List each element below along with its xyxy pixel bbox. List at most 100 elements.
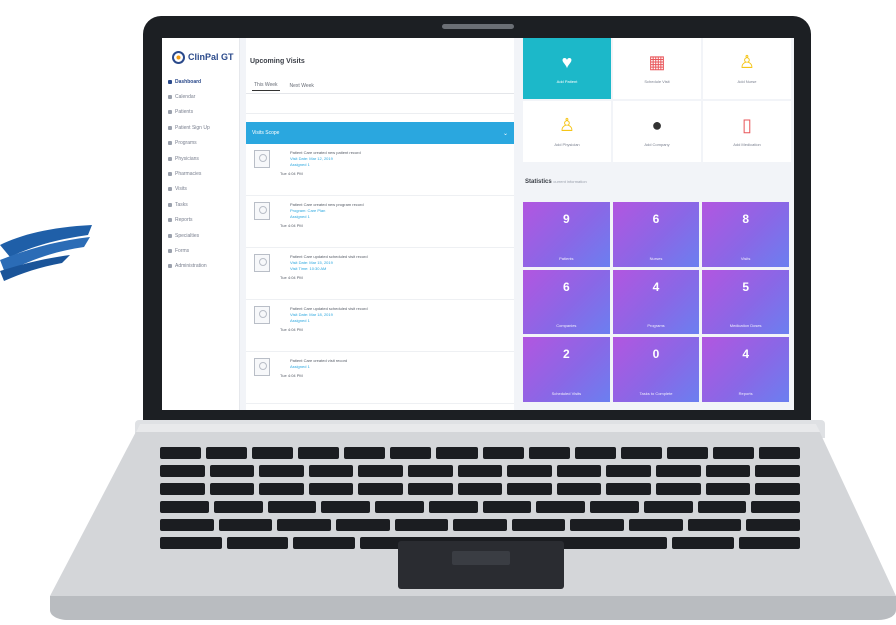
sidebar-item[interactable]: Physicians xyxy=(162,151,239,166)
key xyxy=(746,519,801,531)
key xyxy=(213,501,263,513)
stat-label: Medication Doses xyxy=(729,323,762,329)
tab-content-area xyxy=(246,94,514,114)
sidebar-nav: Dashboard Calendar Patients Patient Sign Up… xyxy=(162,68,239,274)
heart-icon: ♥ xyxy=(561,52,573,72)
key xyxy=(408,465,453,477)
visit-list: Patient Care created new patient record V… xyxy=(246,144,514,410)
touchpad xyxy=(398,541,564,589)
key xyxy=(656,483,701,495)
visit-text: Patient Care created new program record P… xyxy=(280,202,364,243)
tile-heart[interactable]: ♥ Add Patient xyxy=(523,38,611,99)
key xyxy=(267,501,317,513)
avatar-icon xyxy=(254,254,270,272)
tile-calendar[interactable]: ▦ Schedule Visit xyxy=(613,38,701,99)
sidebar-item[interactable]: Reports xyxy=(162,213,239,228)
visit-entry[interactable]: Patient Care updated scheduled visit rec… xyxy=(246,248,514,300)
sidebar-item-label: Specialties xyxy=(175,232,200,239)
key xyxy=(226,537,288,549)
stat-card[interactable]: 4 Programs xyxy=(612,269,700,335)
sidebar-item[interactable]: Calendar xyxy=(162,89,239,104)
sidebar-item[interactable]: Tasks xyxy=(162,197,239,212)
stat-value: 5 xyxy=(742,279,749,294)
visit-entry[interactable]: Patient Care created visit record Assigne… xyxy=(246,352,514,404)
avatar-icon xyxy=(254,358,270,376)
key xyxy=(556,483,602,495)
key xyxy=(293,537,355,549)
stat-card[interactable]: 4 Reports xyxy=(702,337,789,402)
visits-accordion-header[interactable]: Visits Scope ⌄ xyxy=(246,122,514,144)
key xyxy=(308,483,354,495)
stat-card[interactable]: 6 Nurses xyxy=(612,202,700,267)
sidebar-item-label: Pharmacies xyxy=(175,171,202,178)
stat-card[interactable]: 0 Tasks to Complete xyxy=(612,337,700,402)
key xyxy=(358,483,404,495)
key xyxy=(755,483,800,495)
key xyxy=(394,519,449,531)
tile-label: Schedule Visit xyxy=(644,79,670,84)
key xyxy=(511,519,566,531)
sidebar-item[interactable]: Specialties xyxy=(162,228,239,243)
tile-physician[interactable]: ♙ Add Physician xyxy=(523,101,611,162)
visit-entry[interactable]: Patient Care updated scheduled visit rec… xyxy=(246,300,514,352)
visit-entry[interactable]: Patient Care created new program record P… xyxy=(246,196,514,248)
tile-label: Add Patient xyxy=(556,79,578,84)
sidebar-item[interactable]: Programs xyxy=(162,136,239,151)
key xyxy=(672,537,734,549)
key xyxy=(160,519,214,531)
visit-entry[interactable]: Patient Care updated scheduled visit rec… xyxy=(246,404,514,410)
key xyxy=(453,519,507,531)
calendar-icon: ▦ xyxy=(648,52,666,72)
key xyxy=(209,483,255,495)
key xyxy=(507,483,552,495)
sidebar-item[interactable]: Visits xyxy=(162,182,239,197)
key xyxy=(666,447,708,459)
key xyxy=(759,447,801,459)
nav-item-icon xyxy=(168,125,172,130)
key xyxy=(408,483,453,495)
stat-card[interactable]: 9 Patients xyxy=(523,202,610,267)
sidebar-item[interactable]: Patients xyxy=(162,105,239,120)
tile-building[interactable]: ● Add Company xyxy=(613,101,701,162)
tile-clipboard[interactable]: ▯ Add Medication xyxy=(703,101,791,162)
visit-entry[interactable]: Patient Care created new patient record V… xyxy=(246,144,514,196)
visit-line3: Visit Time: 10:30 AM xyxy=(290,266,327,271)
visit-text: Patient Care updated scheduled visit rec… xyxy=(280,306,368,347)
logo[interactable]: ClinPal GT xyxy=(162,38,239,68)
sidebar-item-label: Calendar xyxy=(175,94,196,101)
stat-label: Scheduled Visits xyxy=(551,390,582,396)
stat-card[interactable]: 8 Visits xyxy=(702,202,789,267)
tab-this-week[interactable]: This Week xyxy=(252,80,280,91)
key xyxy=(620,447,662,459)
sidebar-item-label: Patient Sign Up xyxy=(175,124,210,131)
key xyxy=(705,465,751,477)
logo-text: ClinPal GT xyxy=(188,52,234,62)
sidebar-item-label: Dashboard xyxy=(175,78,202,85)
stat-value: 9 xyxy=(562,212,570,226)
key xyxy=(160,501,209,513)
key xyxy=(209,465,255,477)
camera-icon xyxy=(442,24,514,29)
sidebar-item[interactable]: Forms xyxy=(162,243,239,258)
statistics-title: Statistics xyxy=(525,179,552,185)
sidebar-item[interactable]: Patient Sign Up xyxy=(162,120,239,135)
key xyxy=(712,447,755,459)
key xyxy=(556,465,602,477)
nav-item-icon xyxy=(168,233,172,238)
stat-card[interactable]: 2 Scheduled Visits xyxy=(523,337,610,402)
nav-item-icon xyxy=(168,187,172,192)
tile-user[interactable]: ♙ Add Nurse xyxy=(703,38,791,99)
sidebar-item[interactable]: Pharmacies xyxy=(162,166,239,181)
visit-line3: Assigned 1 xyxy=(290,318,310,323)
stat-card[interactable]: 5 Medication Doses xyxy=(702,269,789,335)
stat-card[interactable]: 6 Companies xyxy=(523,269,610,335)
physician-icon: ♙ xyxy=(558,115,576,135)
visit-time: Tue 4:04 PM xyxy=(280,171,303,176)
key xyxy=(536,501,585,513)
tab-next-week[interactable]: Next Week xyxy=(288,81,316,91)
sidebar-item[interactable]: Dashboard xyxy=(162,74,239,89)
sidebar-item-label: Patients xyxy=(175,109,194,116)
sidebar-item[interactable]: Administration xyxy=(162,259,239,274)
logo-icon xyxy=(172,50,185,64)
key xyxy=(252,447,294,459)
